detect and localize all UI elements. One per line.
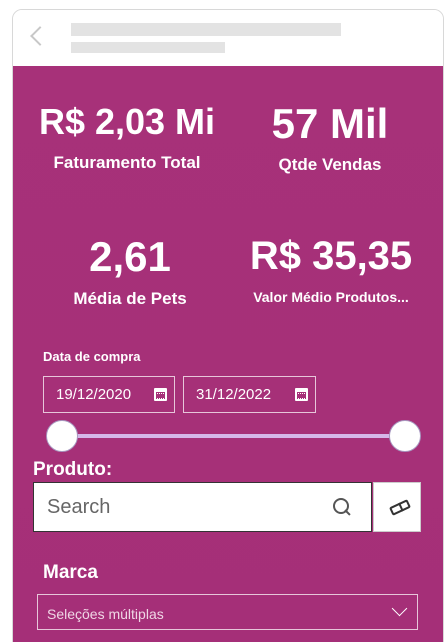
- date-range-end-handle[interactable]: [389, 420, 421, 452]
- search-input[interactable]: [35, 484, 325, 530]
- title-placeholder: [71, 23, 341, 36]
- product-search-box[interactable]: [33, 482, 372, 532]
- kpi-media-pets: 2,61 Média de Pets: [49, 233, 211, 308]
- marca-dropdown-value: Seleções múltiplas: [47, 606, 164, 622]
- marca-filter-title: Marca: [43, 562, 98, 583]
- kpi-valor-medio: R$ 35,35 Valor Médio Produtos...: [231, 236, 431, 304]
- kpi-label: Faturamento Total: [53, 153, 201, 172]
- date-start-input[interactable]: 19/12/2020: [43, 376, 175, 413]
- mobile-frame: R$ 2,03 Mi Faturamento Total 57 Mil Qtde…: [12, 9, 444, 642]
- kpi-label: Qtde Vendas: [278, 155, 382, 174]
- subtitle-placeholder: [71, 42, 225, 53]
- report-canvas: R$ 2,03 Mi Faturamento Total 57 Mil Qtde…: [13, 66, 443, 642]
- kpi-qtde-vendas: 57 Mil Qtde Vendas: [245, 100, 415, 174]
- kpi-value: 2,61: [89, 233, 171, 280]
- produto-filter-title: Produto:: [33, 459, 113, 480]
- chevron-down-icon: [391, 600, 408, 617]
- kpi-value: R$ 2,03 Mi: [38, 101, 216, 142]
- search-icon[interactable]: [333, 498, 351, 516]
- calendar-icon[interactable]: [295, 388, 308, 401]
- date-filter-title: Data de compra: [43, 349, 141, 364]
- kpi-label: Valor Médio Produtos...: [253, 289, 409, 305]
- top-bar: [13, 10, 443, 66]
- date-start-value: 19/12/2020: [56, 386, 132, 403]
- kpi-label: Média de Pets: [73, 289, 187, 308]
- date-range-slider-track[interactable]: [61, 434, 405, 438]
- kpi-value: R$ 35,35: [249, 234, 413, 278]
- date-end-input[interactable]: 31/12/2022: [183, 376, 316, 413]
- kpi-faturamento-total: R$ 2,03 Mi Faturamento Total: [27, 101, 227, 172]
- clear-selection-button[interactable]: [373, 482, 421, 532]
- calendar-icon[interactable]: [154, 388, 167, 401]
- marca-dropdown[interactable]: Seleções múltiplas: [37, 594, 418, 630]
- eraser-icon: [389, 499, 411, 516]
- chevron-left-icon[interactable]: [30, 26, 50, 46]
- kpi-value: 57 Mil: [271, 100, 389, 147]
- date-range-start-handle[interactable]: [46, 420, 78, 452]
- date-end-value: 31/12/2022: [196, 386, 272, 403]
